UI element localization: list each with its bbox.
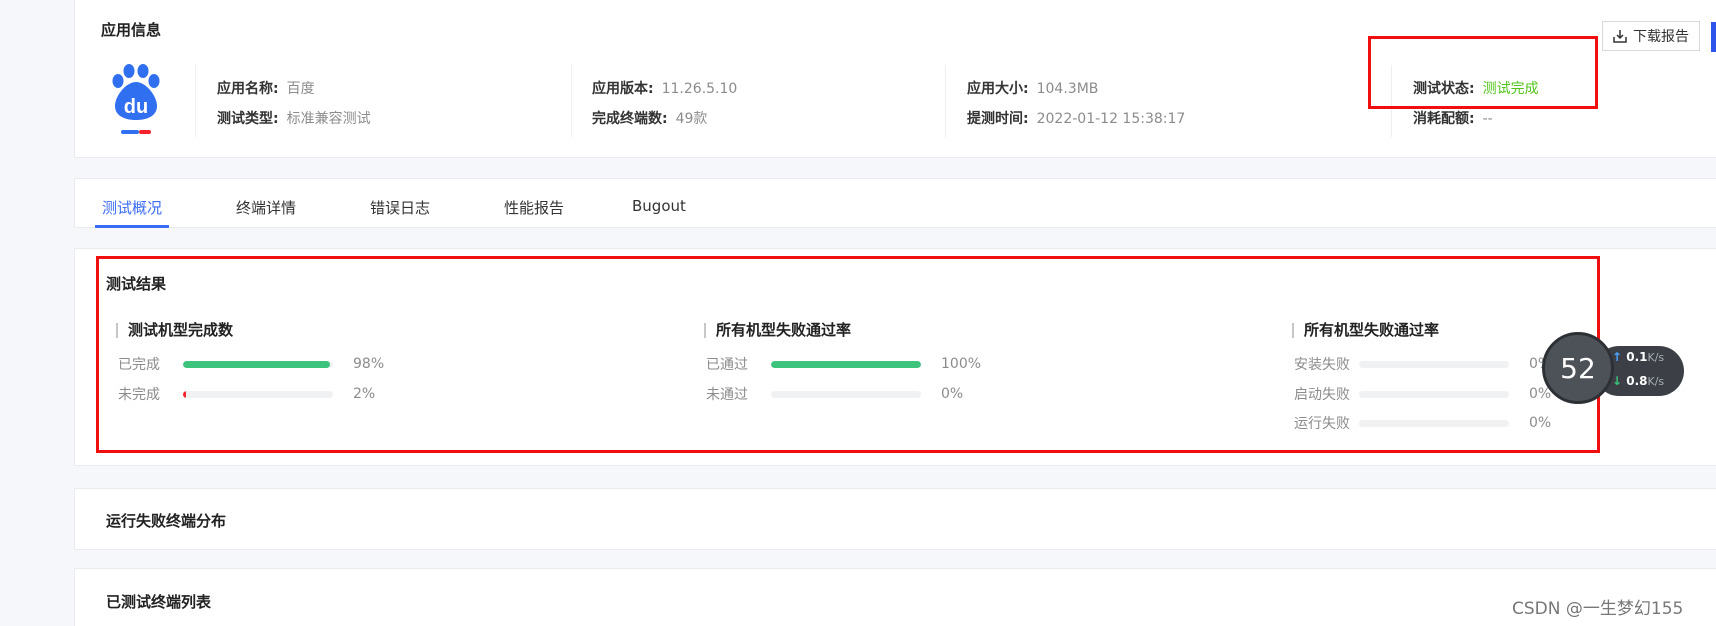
tested-devices-card: 已测试终端列表 — [74, 568, 1716, 626]
test-type-field: 测试类型: 标准兼容测试 — [217, 111, 371, 127]
network-speed-widget[interactable]: ↑ 0.1K/s ↓ 0.8K/s 52 — [1542, 332, 1690, 422]
submit-time-field: 提测时间: 2022-01-12 15:38:17 — [967, 111, 1186, 127]
tab-overview[interactable]: 测试概况 — [102, 197, 162, 218]
quota-field: 消耗配额: -- — [1413, 111, 1493, 127]
status-highlight-box — [1368, 36, 1598, 109]
download-icon — [1613, 30, 1627, 43]
upload-speed: ↑ 0.1K/s — [1612, 350, 1665, 364]
active-tab-indicator — [95, 225, 169, 228]
watermark: CSDN @一生梦幻155 — [1512, 599, 1684, 619]
completed-devices-field: 完成终端数: 49款 — [592, 111, 708, 127]
svg-text:du: du — [124, 96, 148, 118]
app-version-field: 应用版本: 11.26.5.10 — [592, 81, 738, 97]
fail-distribution-card: 运行失败终端分布 — [74, 488, 1716, 550]
tested-devices-title: 已测试终端列表 — [106, 593, 212, 611]
primary-button-edge[interactable] — [1711, 22, 1716, 52]
download-arrow-icon: ↓ — [1612, 374, 1623, 388]
app-name-field: 应用名称: 百度 — [217, 81, 315, 97]
tabs-bar: 测试概况 终端详情 错误日志 性能报告 Bugout — [74, 178, 1716, 228]
tab-error-log[interactable]: 错误日志 — [370, 197, 430, 218]
baidu-logo-icon: du — [112, 64, 160, 134]
app-size-field: 应用大小: 104.3MB — [967, 81, 1099, 97]
speed-gauge: 52 — [1542, 332, 1614, 404]
download-report-button[interactable]: 下载报告 — [1602, 21, 1700, 51]
tab-performance-report[interactable]: 性能报告 — [504, 197, 564, 218]
tab-device-details[interactable]: 终端详情 — [236, 197, 296, 218]
fail-distribution-title: 运行失败终端分布 — [106, 512, 227, 530]
tab-bugout[interactable]: Bugout — [632, 197, 686, 215]
results-highlight-box — [96, 256, 1600, 453]
app-info-title: 应用信息 — [101, 21, 162, 39]
download-speed: ↓ 0.8K/s — [1612, 374, 1665, 388]
